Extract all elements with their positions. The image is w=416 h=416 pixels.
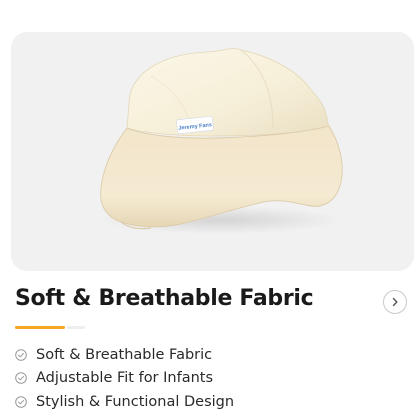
- feature-item: Adjustable Fit for Infants: [15, 367, 234, 391]
- chevron-right-icon: [392, 297, 398, 307]
- check-circle-icon: [15, 395, 27, 408]
- check-circle-icon: [15, 372, 27, 385]
- product-image-hat: Jeremy Fans: [100, 48, 343, 234]
- title-accent-bar: [15, 326, 65, 329]
- feature-label: Adjustable Fit for Infants: [36, 370, 214, 387]
- feature-item: Stylish & Functional Design: [15, 390, 234, 414]
- product-detail-page: Jeremy Fans Soft & Breathable Fabric Sof…: [0, 0, 416, 416]
- product-image-card[interactable]: Jeremy Fans: [11, 32, 414, 271]
- title-accent-track: [67, 326, 85, 329]
- feature-list: Soft & Breathable Fabric Adjustable Fit …: [15, 343, 234, 414]
- check-circle-icon: [15, 348, 27, 361]
- next-button[interactable]: [383, 290, 407, 314]
- feature-item: Soft & Breathable Fabric: [15, 343, 234, 367]
- feature-label: Stylish & Functional Design: [36, 393, 235, 410]
- feature-label: Soft & Breathable Fabric: [36, 346, 213, 363]
- product-title: Soft & Breathable Fabric: [15, 286, 314, 311]
